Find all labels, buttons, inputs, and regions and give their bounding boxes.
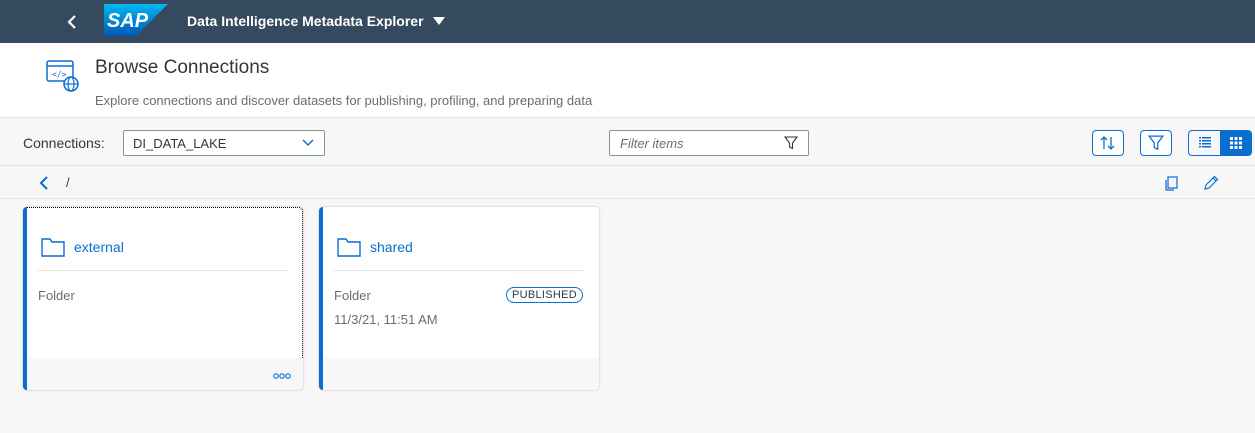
- card-title[interactable]: shared: [370, 239, 413, 255]
- card-type: Folder: [38, 288, 75, 303]
- copy-icon[interactable]: [1163, 175, 1179, 191]
- view-toggle: [1188, 130, 1252, 156]
- status-badge: PUBLISHED: [505, 287, 583, 303]
- folder-icon: [337, 238, 361, 257]
- divider: [334, 270, 584, 271]
- breadcrumb-path: /: [66, 175, 70, 190]
- toolbar: Connections: DI_DATA_LAKE: [0, 118, 1255, 166]
- filter-input[interactable]: [610, 131, 780, 155]
- card-date: 11/3/21, 11:51 AM: [334, 312, 438, 327]
- connection-browser-icon: </>: [46, 60, 79, 92]
- connection-select-value: DI_DATA_LAKE: [133, 136, 227, 151]
- card-title[interactable]: external: [74, 239, 124, 255]
- folder-card[interactable]: external Folder: [23, 207, 303, 390]
- page-header: </> Browse Connections Explore connectio…: [0, 43, 1255, 118]
- connection-select[interactable]: DI_DATA_LAKE: [123, 130, 325, 156]
- list-view-button[interactable]: [1189, 131, 1220, 155]
- back-icon[interactable]: [60, 10, 84, 34]
- page-title: Browse Connections: [95, 57, 270, 78]
- filter-icon[interactable]: [784, 136, 798, 150]
- list-icon: [1198, 137, 1211, 148]
- divider: [38, 270, 288, 271]
- folder-card[interactable]: shared Folder PUBLISHED 11/3/21, 11:51 A…: [319, 207, 599, 390]
- card-footer: [323, 358, 599, 390]
- edit-icon[interactable]: [1203, 175, 1219, 191]
- filter-icon: [1148, 135, 1164, 151]
- filter-button[interactable]: [1140, 130, 1172, 156]
- connections-label: Connections:: [23, 135, 105, 151]
- caret-down-icon[interactable]: [433, 17, 445, 25]
- filter-field: [609, 130, 809, 156]
- page-subtitle: Explore connections and discover dataset…: [95, 93, 593, 108]
- grid-icon: [1229, 137, 1242, 149]
- svg-text:</>: </>: [52, 70, 67, 79]
- card-footer: [27, 358, 303, 390]
- chevron-left-icon[interactable]: [36, 175, 52, 191]
- sort-button[interactable]: [1092, 130, 1124, 156]
- folder-icon: [41, 238, 65, 257]
- chevron-down-icon: [302, 139, 314, 147]
- sort-icon: [1100, 136, 1115, 150]
- sap-logo: SAP: [104, 4, 168, 36]
- more-icon[interactable]: [273, 372, 291, 380]
- breadcrumb: /: [0, 167, 1255, 199]
- grid-view-button[interactable]: [1220, 131, 1251, 155]
- sap-logo-text: SAP: [107, 10, 149, 32]
- app-title[interactable]: Data Intelligence Metadata Explorer: [187, 13, 424, 29]
- shell-bar: SAP Data Intelligence Metadata Explorer: [0, 0, 1255, 43]
- card-type: Folder: [334, 288, 371, 303]
